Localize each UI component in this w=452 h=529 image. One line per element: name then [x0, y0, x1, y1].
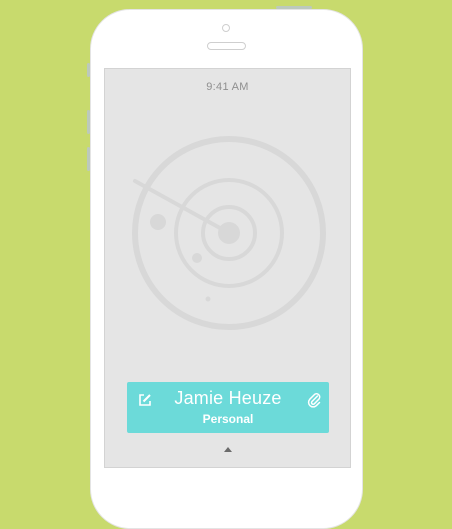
contact-card[interactable]: Jamie Heuze Personal — [127, 382, 329, 433]
earpiece-speaker — [207, 42, 246, 50]
radar-blip-medium — [192, 253, 202, 263]
radar-blip-small — [205, 296, 211, 302]
paperclip-icon[interactable] — [307, 392, 321, 408]
contact-name: Jamie Heuze — [174, 388, 282, 408]
chevron-up-icon[interactable] — [224, 447, 232, 452]
radar-blip-large — [150, 214, 166, 230]
radar-center-dot — [218, 222, 240, 244]
radar-sweep-line — [133, 179, 231, 235]
front-camera — [222, 24, 230, 32]
contact-type-label: Personal — [202, 412, 254, 426]
